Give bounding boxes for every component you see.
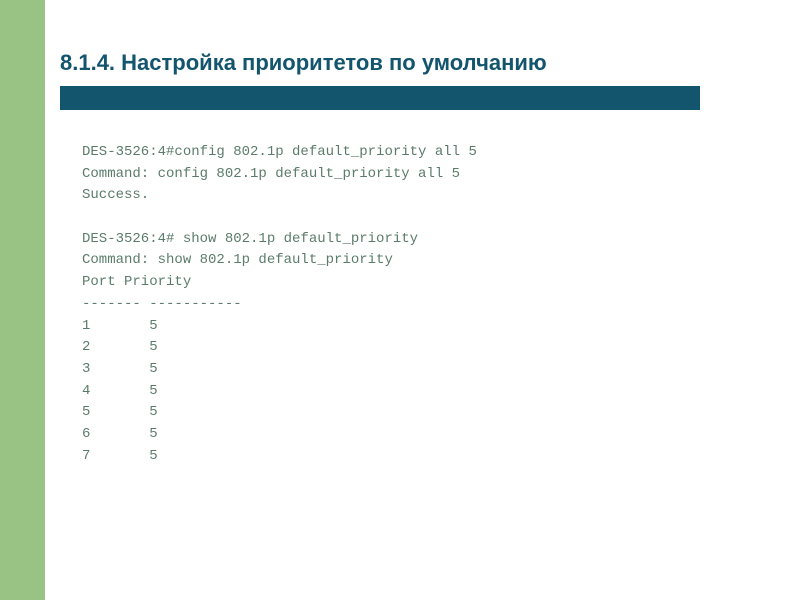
slide-heading: 8.1.4. Настройка приоритетов по умолчани…: [60, 50, 740, 76]
left-accent-bar: [0, 0, 45, 600]
terminal-output: DES-3526:4#config 802.1p default_priorit…: [60, 142, 740, 467]
heading-underline: [60, 86, 700, 110]
slide-content: 8.1.4. Настройка приоритетов по умолчани…: [60, 50, 740, 467]
